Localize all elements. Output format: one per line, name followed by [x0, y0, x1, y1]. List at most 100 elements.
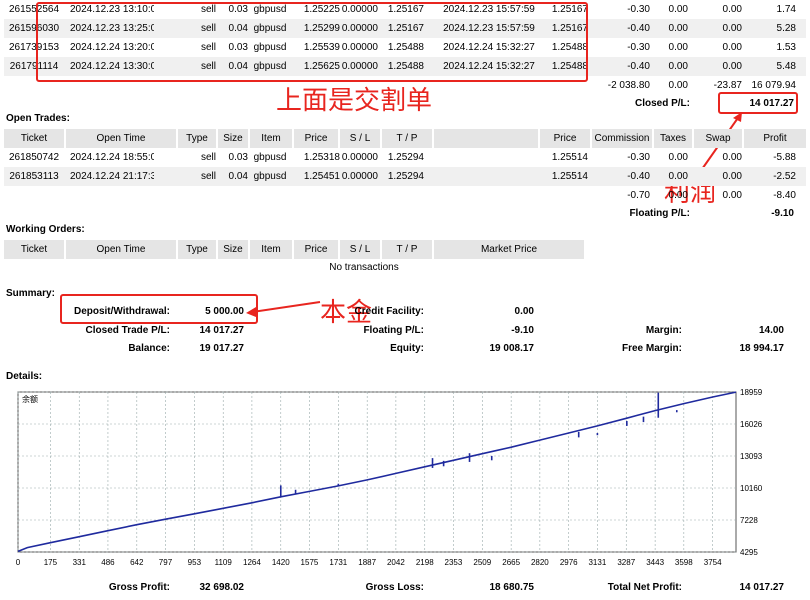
x-tick-label: 2042 [387, 558, 405, 567]
x-tick-label: 797 [159, 558, 173, 567]
open-trade-cell: 0.00000 [341, 171, 378, 182]
x-tick-label: 2976 [560, 558, 578, 567]
open-trade-cell: 261853113 [9, 171, 59, 182]
open-trades-header-cell: Taxes [654, 129, 692, 148]
summary-floating-label: Floating P/L: [363, 325, 424, 336]
working-orders-header-cell: T / P [382, 240, 432, 259]
equity-label: Equity: [390, 343, 424, 354]
x-tick-label: 1731 [329, 558, 347, 567]
working-orders-header-cell: Item [250, 240, 292, 259]
open-trades-header-cell: S / L [340, 129, 380, 148]
credit-value: 0.00 [514, 306, 534, 317]
x-tick-label: 2820 [531, 558, 549, 567]
balance-value: 19 017.27 [199, 343, 245, 354]
closed-trade-pl-label: Closed Trade P/L: [85, 325, 170, 336]
x-tick-label: 331 [73, 558, 87, 567]
x-tick-label: 3131 [588, 558, 606, 567]
x-tick-label: 1420 [272, 558, 290, 567]
working-orders-header: Ticket Open Time Type Size Item Price S / LT /… [4, 240, 806, 259]
open-trade-cell: 1.25451 [303, 171, 340, 182]
open-trade-cell: 0.04 [228, 171, 248, 182]
open-trade-cell: 1.25294 [387, 171, 424, 182]
equity-value: 19 008.17 [489, 343, 535, 354]
chart-y-ticks: 4295 7228 10160 13093 16026 18959 [740, 388, 763, 557]
margin-label: Margin: [645, 325, 682, 336]
x-tick-label: 3287 [617, 558, 635, 567]
open-trades-header-cell: Price [294, 129, 338, 148]
y-tick-label: 10160 [740, 484, 763, 493]
open-floating-value: -9.10 [771, 208, 794, 219]
margin-value: 14.00 [758, 325, 784, 336]
open-trades-header-cell [434, 129, 538, 148]
x-tick-label: 642 [130, 558, 144, 567]
working-orders-header-cell: Market Price [434, 240, 584, 259]
open-trade-cell: 0.00000 [341, 152, 378, 163]
open-trade-cell: gbpusd [253, 152, 287, 163]
open-floating-row: Floating P/L: -9.10 [4, 204, 806, 223]
gross-profit-value: 32 698.02 [199, 582, 245, 593]
open-trade-cell: 1.25318 [303, 152, 340, 163]
open-trade-cell: gbpusd [253, 171, 287, 182]
x-tick-label: 1887 [358, 558, 376, 567]
open-trade-cell: 0.00 [722, 152, 742, 163]
working-orders-empty-row: No transactions [4, 258, 806, 277]
open-trade-row: 261850742 2024.12.24 18:55:03 sell 0.03 gbpu… [4, 148, 806, 167]
open-trade-cell [432, 148, 546, 167]
y-tick-label: 13093 [740, 452, 763, 461]
x-tick-label: 3443 [646, 558, 664, 567]
open-trade-cell: -0.40 [627, 171, 650, 182]
deposit-value: 5 000.00 [205, 306, 244, 317]
open-trade-row: 261853113 2024.12.24 21:17:31 sell 0.04 gbpu… [4, 167, 806, 186]
x-tick-label: 2509 [473, 558, 491, 567]
total-net-profit-value: 14 017.27 [739, 582, 785, 593]
y-tick-label: 18959 [740, 388, 763, 397]
open-trade-cell: -5.88 [773, 152, 796, 163]
open-trades-header-cell: Swap [694, 129, 742, 148]
x-tick-label: 486 [101, 558, 115, 567]
open-trades-header-cell: Commission [592, 129, 652, 148]
open-trades-header-cell: Size [218, 129, 248, 148]
x-tick-label: 3754 [704, 558, 722, 567]
x-tick-label: 2353 [445, 558, 463, 567]
open-trade-cell: 0.00 [668, 171, 688, 182]
free-margin-value: 18 994.17 [739, 343, 785, 354]
open-trade-cell: -2.52 [773, 171, 796, 182]
open-trade-cell: 0.00 [722, 171, 742, 182]
closed-trade-pl-value: 14 017.27 [199, 325, 245, 336]
open-trades-header-cell: Item [250, 129, 292, 148]
no-transactions-text: No transactions [329, 262, 399, 273]
working-orders-header-cell: S / L [340, 240, 380, 259]
working-orders-header-cell: Ticket [4, 240, 64, 259]
open-trades-header-cell: Price [540, 129, 590, 148]
summary-title: Summary: [6, 288, 55, 299]
gross-profit-label: Gross Profit: [108, 582, 170, 593]
x-tick-label: 2665 [502, 558, 520, 567]
open-floating-label: Floating P/L: [629, 208, 690, 219]
y-tick-label: 16026 [740, 420, 763, 429]
open-trade-cell: -0.30 [627, 152, 650, 163]
x-tick-label: 175 [44, 558, 58, 567]
x-tick-label: 2198 [416, 558, 434, 567]
working-orders-title: Working Orders: [6, 224, 85, 235]
gross-loss-label: Gross Loss: [365, 582, 424, 593]
open-trade-cell: 1.25294 [387, 152, 424, 163]
open-trades-header-cell: Open Time [66, 129, 176, 148]
balance-chart: 余额 0 175 331 486 642 797 953 1109 1264 1420 1575 17… [16, 388, 763, 567]
x-tick-label: 1575 [301, 558, 319, 567]
y-tick-label: 4295 [740, 548, 758, 557]
open-trade-cell: 2024.12.24 18:55:03 [70, 152, 154, 163]
free-margin-label: Free Margin: [621, 343, 682, 354]
working-orders-header-cell: Open Time [66, 240, 176, 259]
open-profit-total: -8.40 [773, 190, 796, 201]
open-trade-cell: 0.00 [668, 152, 688, 163]
x-tick-label: 0 [16, 558, 21, 567]
open-trade-cell [432, 167, 546, 186]
y-tick-label: 7228 [740, 516, 758, 525]
open-commission-total: -0.70 [627, 190, 650, 201]
open-trades-title: Open Trades: [6, 113, 70, 124]
total-net-profit-label: Total Net Profit: [607, 582, 682, 593]
deposit-label: Deposit/Withdrawal: [73, 306, 170, 317]
open-trade-cell: sell [200, 152, 216, 163]
chart-plot-area [17, 391, 737, 553]
open-swap-total: 0.00 [722, 190, 742, 201]
